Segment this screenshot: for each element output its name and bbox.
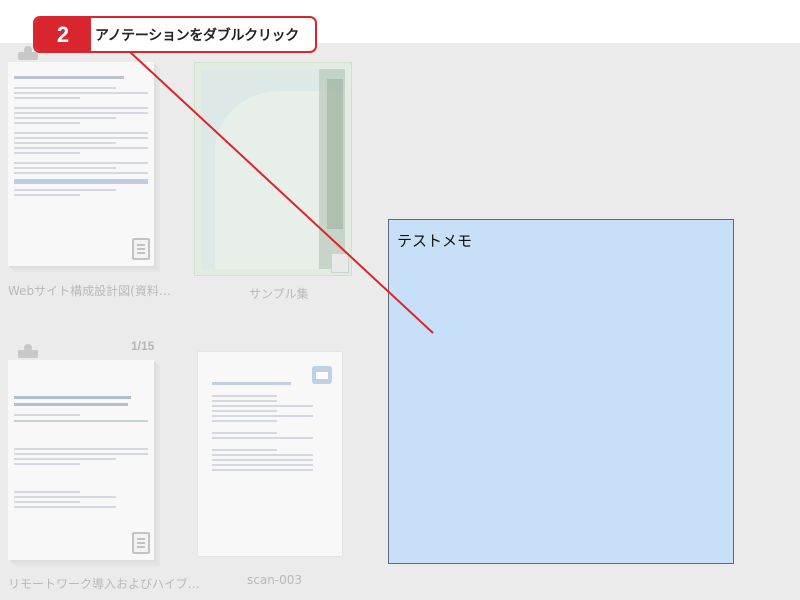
workspace: 2 アノテーションをダブルクリック Webサイト構成設計図(資料… サンプル集 … (0, 0, 800, 600)
document-name: scan-003 (247, 573, 303, 587)
scanner-icon (312, 366, 332, 384)
document-icon (132, 238, 150, 260)
page-count-badge: 1/15 (131, 339, 155, 353)
step-number: 2 (35, 18, 91, 51)
document-thumbnail[interactable] (8, 62, 154, 266)
document-name: Webサイト構成設計図(資料… (8, 284, 171, 298)
document-name: サンプル集 (249, 287, 309, 301)
file-icon (331, 253, 349, 273)
step-callout: 2 アノテーションをダブルクリック (33, 16, 317, 53)
image-preview (201, 69, 345, 269)
document-icon (132, 532, 150, 554)
doc-title-line (14, 76, 124, 79)
document-name: リモートワーク導入およびハイブ… (8, 577, 200, 591)
image-thumbnail[interactable] (194, 62, 352, 276)
scan-thumbnail[interactable] (198, 352, 342, 556)
memo-annotation[interactable]: テストメモ (388, 219, 734, 564)
step-instruction: アノテーションをダブルクリック (95, 27, 299, 44)
clip-icon (18, 344, 38, 360)
memo-text: テストメモ (397, 232, 473, 250)
doc-title-line (14, 396, 131, 399)
document-thumbnail[interactable] (8, 360, 154, 560)
highlight-bar (14, 179, 148, 184)
